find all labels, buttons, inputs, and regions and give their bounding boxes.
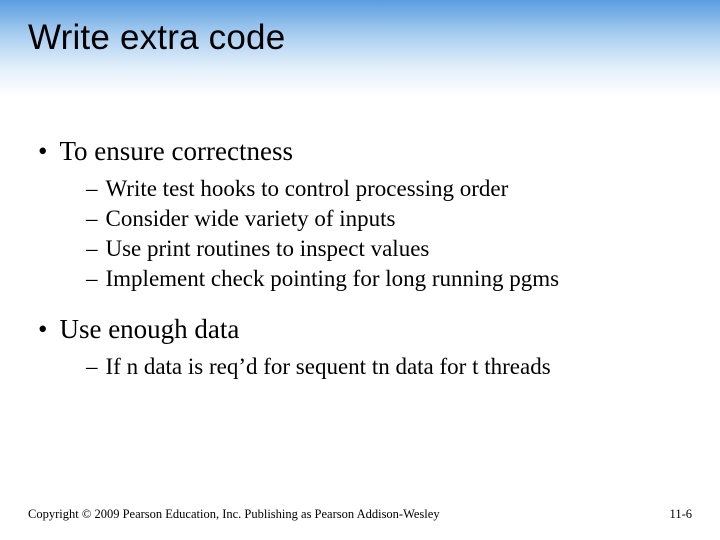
sub-bullet-text: Use print routines to inspect values [106,234,430,264]
bullet-item: • To ensure correctness [38,134,690,168]
footer: Copyright © 2009 Pearson Education, Inc.… [0,507,720,522]
dash-icon: – [86,264,98,294]
dash-icon: – [86,234,98,264]
sub-bullet-item: – Use print routines to inspect values [86,234,690,264]
bullet-text: To ensure correctness [59,134,293,168]
sub-bullet-text: Consider wide variety of inputs [106,204,396,234]
dash-icon: – [86,174,98,204]
sub-bullet-item: – Consider wide variety of inputs [86,204,690,234]
sub-bullet-item: – If n data is req’d for sequent tn data… [86,352,690,382]
sub-bullet-text: Write test hooks to control processing o… [106,174,509,204]
dash-icon: – [86,352,98,382]
sub-bullet-text: If n data is req’d for sequent tn data f… [106,352,551,382]
page-number: 11-6 [670,507,692,522]
sub-bullet-list: – Write test hooks to control processing… [86,174,690,294]
bullet-text: Use enough data [59,312,239,346]
dash-icon: – [86,204,98,234]
copyright-text: Copyright © 2009 Pearson Education, Inc.… [28,507,440,522]
sub-bullet-list: – If n data is req’d for sequent tn data… [86,352,690,382]
bullet-dot-icon: • [38,312,47,346]
slide-content: • To ensure correctness – Write test hoo… [0,98,720,382]
bullet-dot-icon: • [38,134,47,168]
header-band: Write extra code [0,0,720,98]
sub-bullet-item: – Write test hooks to control processing… [86,174,690,204]
bullet-item: • Use enough data [38,312,690,346]
sub-bullet-item: – Implement check pointing for long runn… [86,264,690,294]
sub-bullet-text: Implement check pointing for long runnin… [106,264,560,294]
slide-title: Write extra code [28,18,720,58]
